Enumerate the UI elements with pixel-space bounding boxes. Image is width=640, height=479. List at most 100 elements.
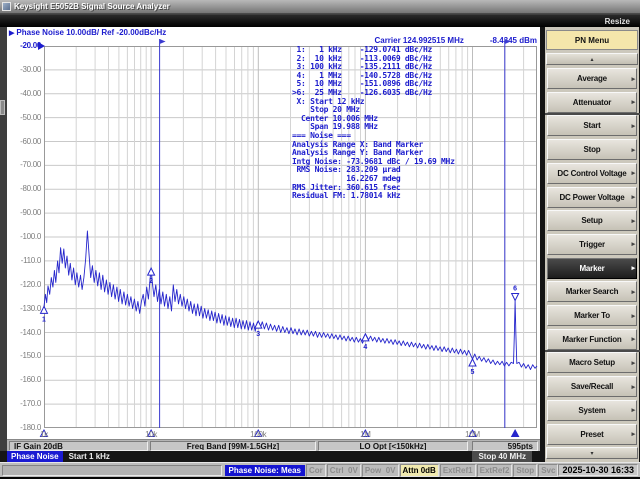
submenu-arrow-icon: ▸ <box>631 265 636 273</box>
trace-info-bar: Phase Noise Start 1 kHz Stop 40 MHz <box>0 451 540 462</box>
y-tick-label: -70.00 <box>20 160 41 170</box>
x-start-label: Start 1 kHz <box>68 452 110 461</box>
trace-tab-phase-noise[interactable]: Phase Noise <box>7 451 63 462</box>
measurement-window: ▶ Phase Noise 10.00dB/ Ref -20.00dBc/Hz C… <box>7 27 540 451</box>
y-tick-label: -130.0 <box>20 303 41 313</box>
marker-2-number: 2 <box>149 278 153 285</box>
submenu-arrow-icon: ▸ <box>631 336 636 344</box>
submenu-arrow-icon: ▸ <box>631 217 636 225</box>
y-tick-label: -60.00 <box>20 136 41 146</box>
menu-title: PN Menu <box>546 30 638 50</box>
marker-2-icon <box>146 266 156 276</box>
y-tick-label: -50.00 <box>20 112 41 122</box>
status-pow-0v: Pow 0V <box>361 463 399 477</box>
instrument-screen: Keysight E5052B Signal Source Analyzer R… <box>0 0 640 479</box>
menu-item-attenuator[interactable]: Attenuator ▸ <box>547 91 637 113</box>
menu-item-macro-setup[interactable]: Macro Setup ▸ <box>547 352 637 374</box>
submenu-arrow-icon: ▸ <box>631 407 636 415</box>
status-message-area <box>2 464 222 476</box>
marker-6-number: 6 <box>513 286 517 293</box>
marker-5-number: 5 <box>471 369 475 376</box>
resize-button[interactable]: Resize <box>605 17 630 26</box>
menu-item-label: Preset <box>580 429 604 439</box>
plot-canvas[interactable]: 1 2 3 4 5 6 <box>38 39 538 437</box>
menu-scroll-down-button[interactable]: ▾ <box>546 447 638 459</box>
submenu-arrow-icon: ▸ <box>631 383 636 391</box>
measurement-info-bar: IF Gain 20dB Freq Band [99M-1.5GHz] LO Opt… <box>7 439 540 451</box>
marker-1-number: 1 <box>42 316 46 323</box>
submenu-arrow-icon: ▸ <box>631 122 636 130</box>
menu-item-stop[interactable]: Stop ▸ <box>547 139 637 161</box>
menu-item-system[interactable]: System ▸ <box>547 399 637 421</box>
submenu-arrow-icon: ▸ <box>631 312 636 320</box>
y-tick-label: -80.00 <box>20 184 41 194</box>
submenu-arrow-icon: ▸ <box>631 359 636 367</box>
x-tick-label: 1k <box>40 430 48 439</box>
carrier-power: -8.4345 dBm <box>489 36 537 45</box>
window-title: Keysight E5052B Signal Source Analyzer <box>14 2 170 11</box>
band-marker-flag-icon <box>159 39 166 44</box>
y-tick-label: -30.00 <box>20 64 41 74</box>
marker-3-icon <box>253 319 263 329</box>
trace-select-arrow-icon: ▶ <box>9 30 15 37</box>
menu-item-average[interactable]: Average ▸ <box>547 68 637 89</box>
marker-1-icon <box>39 305 49 314</box>
submenu-arrow-icon: ▸ <box>631 99 636 107</box>
clock: 2025-10-30 16:33 <box>558 464 638 476</box>
x-tick-label: 10M <box>465 430 480 439</box>
menu-item-preset[interactable]: Preset ▸ <box>547 423 637 445</box>
menu-item-trigger[interactable]: Trigger ▸ <box>547 233 637 255</box>
status-ctrl-0v: Ctrl 0V <box>326 463 361 477</box>
y-tick-label: -40.00 <box>20 88 41 98</box>
info-segment: 595pts <box>472 441 538 451</box>
menu-item-marker-to[interactable]: Marker To ▸ <box>547 305 637 326</box>
status-stop: Stop <box>513 463 538 477</box>
status-cor: Cor <box>306 463 326 477</box>
submenu-arrow-icon: ▸ <box>631 431 636 438</box>
submenu-arrow-icon: ▸ <box>631 170 636 178</box>
submenu-arrow-icon: ▸ <box>631 194 636 201</box>
y-tick-label: -150.0 <box>20 351 41 361</box>
marker-6-axis-tick-icon <box>510 428 520 437</box>
menu-item-marker-function[interactable]: Marker Function ▸ <box>547 328 637 350</box>
y-tick-label: -140.0 <box>20 327 41 337</box>
marker-4-number: 4 <box>363 344 367 351</box>
x-tick-label: 10k <box>145 430 158 439</box>
toolbar-strip: Resize <box>0 15 640 27</box>
submenu-arrow-icon: ▸ <box>631 146 636 154</box>
menu-scroll-up-button[interactable]: ▴ <box>546 53 638 65</box>
y-tick-label: -120.0 <box>20 279 41 289</box>
carrier-readout: Carrier 124.992515 MHz -8.4345 dBm <box>374 36 537 45</box>
trace-header: ▶ Phase Noise 10.00dB/ Ref -20.00dBc/Hz <box>9 28 166 37</box>
menu-item-label: Save/Recall <box>570 382 614 392</box>
menu-item-dc-control-voltage[interactable]: DC Control Voltage ▸ <box>547 162 637 184</box>
y-tick-label: -110.0 <box>20 255 42 265</box>
menu-item-label: Stop <box>583 145 601 155</box>
app-icon <box>2 2 11 11</box>
menu-item-label: Start <box>583 121 601 131</box>
menu-item-label: Marker Function <box>562 334 622 344</box>
y-tick-label: -170.0 <box>20 399 41 409</box>
marker-5-icon <box>468 357 477 367</box>
window-titlebar: Keysight E5052B Signal Source Analyzer <box>0 0 640 14</box>
menu-item-label: Trigger <box>579 239 605 249</box>
x-tick-label: 100k <box>250 430 267 439</box>
menu-item-marker[interactable]: Marker ▸ <box>547 257 637 279</box>
menu-item-label: DC Power Voltage <box>559 192 625 202</box>
menu-item-label: Marker <box>579 263 605 273</box>
menu-item-label: DC Control Voltage <box>557 168 627 178</box>
menu-item-start[interactable]: Start ▸ <box>547 115 637 137</box>
menu-item-setup[interactable]: Setup ▸ <box>547 210 637 232</box>
menu-item-marker-search[interactable]: Marker Search ▸ <box>547 281 637 303</box>
carrier-frequency: Carrier 124.992515 MHz <box>374 36 464 45</box>
marker-readout: 1: 1 kHz -129.0741 dBc/Hz 2: 10 kHz -113… <box>292 45 455 201</box>
menu-item-save-recall[interactable]: Save/Recall ▸ <box>547 376 637 398</box>
x-stop-label: Stop 40 MHz <box>472 451 532 462</box>
status-bar: Phase Noise: Meas Cor Ctrl 0V Pow 0V Attn 0… <box>0 462 640 477</box>
menu-item-label: System <box>578 405 606 415</box>
status-extref1: ExtRef1 <box>439 463 476 477</box>
submenu-arrow-icon: ▸ <box>631 241 636 249</box>
left-edge-notch <box>0 100 5 115</box>
menu-item-dc-power-voltage[interactable]: DC Power Voltage ▸ <box>547 186 637 208</box>
down-arrow-icon: ▾ <box>590 450 594 457</box>
